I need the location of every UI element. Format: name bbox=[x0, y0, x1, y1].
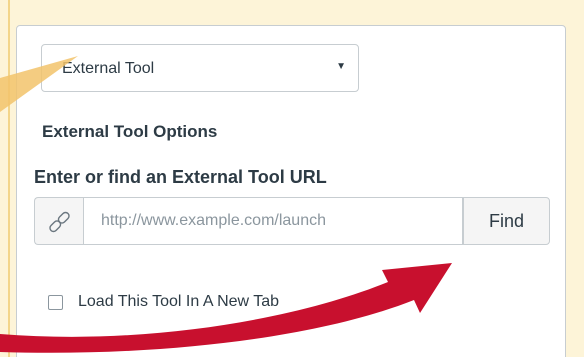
url-input-group: Find bbox=[34, 197, 550, 245]
item-type-select[interactable]: External Tool ▼ bbox=[41, 44, 359, 92]
find-button[interactable]: Find bbox=[463, 197, 550, 245]
url-addon bbox=[34, 197, 83, 245]
external-tool-options-heading: External Tool Options bbox=[42, 122, 218, 141]
url-field-label: Enter or find an External Tool URL bbox=[34, 167, 327, 187]
new-tab-checkbox[interactable] bbox=[48, 295, 63, 310]
item-type-select-value: External Tool bbox=[62, 60, 155, 77]
caret-down-icon: ▼ bbox=[336, 61, 346, 72]
page-edge-rule bbox=[8, 0, 10, 357]
link-icon bbox=[49, 211, 70, 233]
new-tab-checkbox-label: Load This Tool In A New Tab bbox=[78, 293, 280, 310]
tutorial-screenshot: External Tool ▼ External Tool Options En… bbox=[0, 0, 584, 357]
external-tool-url-input[interactable] bbox=[83, 197, 463, 245]
